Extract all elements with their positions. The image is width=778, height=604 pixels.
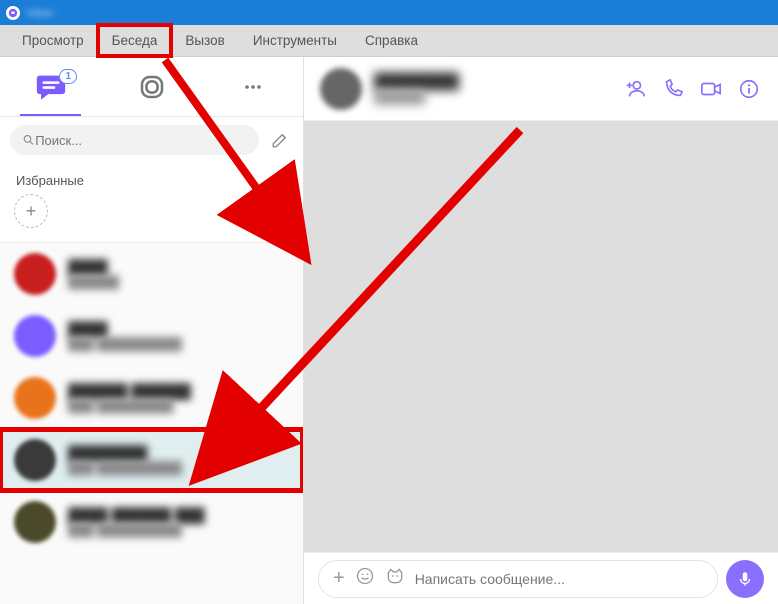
chat-list-item[interactable]: ███████ ██████████ — [0, 305, 303, 367]
chat-subtitle: ██████ — [68, 275, 289, 289]
chat-name: ██████ ██████ — [68, 383, 289, 399]
chat-messages-area — [304, 121, 778, 552]
message-input[interactable] — [415, 571, 703, 587]
avatar — [14, 315, 56, 357]
smiley-button[interactable] — [355, 566, 375, 591]
more-icon — [241, 75, 265, 99]
chat-list-item[interactable]: ███████████ ██████████ — [0, 429, 303, 491]
chat-list-item[interactable]: ██████████ — [0, 243, 303, 305]
chat-name: ████ ██████ ███ — [68, 507, 289, 523]
avatar — [14, 253, 56, 295]
main-area: 1 Из — [0, 57, 778, 604]
tab-contacts[interactable] — [101, 57, 202, 116]
menu-tools[interactable]: Инструменты — [239, 25, 351, 56]
phone-icon — [662, 78, 684, 100]
chat-panel: ████████ ██████ + — [304, 57, 778, 604]
window-title: Viber — [26, 6, 54, 20]
compose-button[interactable] — [267, 127, 293, 153]
app-logo-icon — [6, 6, 20, 20]
info-icon — [738, 78, 760, 100]
smiley-icon — [355, 566, 375, 586]
chat-subtitle: ███ ██████████ — [68, 523, 289, 537]
attach-button[interactable]: + — [333, 567, 345, 590]
voice-message-button[interactable] — [726, 560, 764, 598]
menu-view[interactable]: Просмотр — [8, 25, 98, 56]
video-call-button[interactable] — [698, 76, 724, 102]
chat-subtitle: ███ █████████ — [68, 399, 289, 413]
favorites-header[interactable]: Избранные — [0, 163, 303, 194]
add-user-icon — [624, 78, 646, 100]
chat-name: ████ — [68, 321, 289, 337]
menu-chat[interactable]: Беседа — [98, 25, 172, 56]
chat-list-item[interactable]: ██████ █████████ █████████ — [0, 367, 303, 429]
chat-list: ██████████ ███████ ██████████ ██████ ███… — [0, 243, 303, 604]
composer-row: + — [304, 552, 778, 604]
cat-sticker-icon — [385, 566, 405, 586]
search-input[interactable] — [35, 133, 247, 148]
chevron-up-icon — [275, 175, 287, 187]
sidebar-tabs: 1 — [0, 57, 303, 117]
favorites-title: Избранные — [16, 173, 84, 188]
add-participant-button[interactable] — [622, 76, 648, 102]
contacts-icon — [137, 72, 167, 102]
chat-header-avatar — [320, 68, 362, 110]
favorites-row: + — [0, 194, 303, 242]
unread-badge: 1 — [59, 69, 77, 84]
favorites-section: Избранные + — [0, 163, 303, 243]
search-row — [0, 117, 303, 163]
video-icon — [700, 78, 722, 100]
window-title-bar: Viber — [0, 0, 778, 25]
menu-bar: Просмотр Беседа Вызов Инструменты Справк… — [0, 25, 778, 57]
voice-call-button[interactable] — [660, 76, 686, 102]
avatar — [14, 439, 56, 481]
chat-name: ████ — [68, 259, 289, 275]
add-favorite-button[interactable]: + — [14, 194, 48, 228]
chat-subtitle: ███ ██████████ — [68, 337, 289, 351]
chat-list-item[interactable]: ████ ██████ ██████ ██████████ — [0, 491, 303, 553]
composer[interactable]: + — [318, 560, 718, 598]
sidebar: 1 Из — [0, 57, 304, 604]
avatar — [14, 377, 56, 419]
search-box[interactable] — [10, 125, 259, 155]
chat-name: ████████ — [68, 445, 289, 461]
chat-header-name: ████████ — [374, 73, 459, 90]
chat-header-status: ██████ — [374, 90, 459, 104]
tab-chats[interactable]: 1 — [0, 57, 101, 116]
search-icon — [22, 133, 35, 147]
compose-icon — [271, 131, 289, 149]
tab-more[interactable] — [202, 57, 303, 116]
menu-help[interactable]: Справка — [351, 25, 432, 56]
chat-subtitle: ███ ██████████ — [68, 461, 289, 475]
info-button[interactable] — [736, 76, 762, 102]
sticker-button[interactable] — [385, 566, 405, 591]
avatar — [14, 501, 56, 543]
chat-header: ████████ ██████ — [304, 57, 778, 121]
menu-call[interactable]: Вызов — [171, 25, 238, 56]
mic-icon — [736, 570, 754, 588]
